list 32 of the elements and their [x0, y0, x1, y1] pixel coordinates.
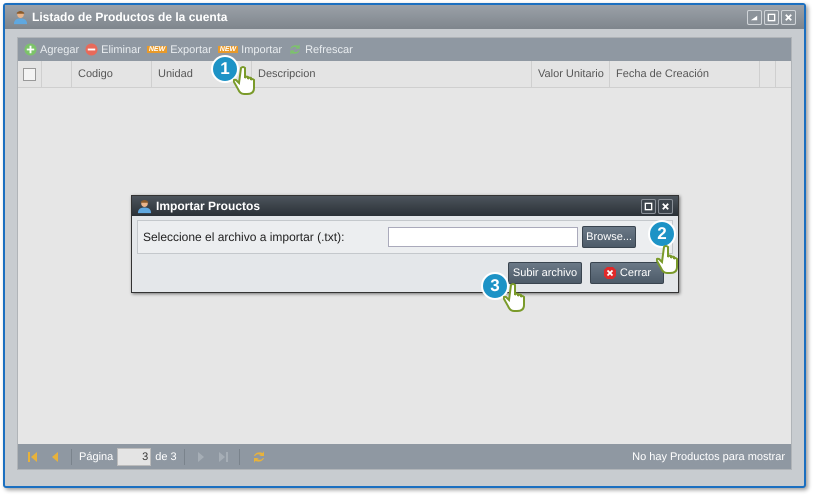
- column-header[interactable]: Descripcion: [258, 68, 316, 80]
- close-icon: [661, 202, 670, 210]
- page-field[interactable]: 3: [117, 448, 152, 466]
- window-title: Listado de Productos de la cuenta: [32, 10, 228, 24]
- page-count: de 3: [155, 450, 177, 462]
- minus-icon: [85, 43, 98, 56]
- page-label: Página: [79, 450, 114, 462]
- upload-button[interactable]: Subir archivo: [508, 262, 582, 284]
- field-label: Seleccione el archivo a importar (.txt):: [143, 230, 344, 244]
- status-text: No hay Productos para mostrar: [632, 450, 785, 462]
- close-icon: [784, 12, 793, 22]
- user-icon: [13, 10, 28, 24]
- file-field[interactable]: [388, 227, 578, 247]
- maximize-icon: [644, 202, 653, 210]
- column-header[interactable]: Unidad: [158, 68, 193, 80]
- browse-button[interactable]: Browse...: [582, 226, 636, 248]
- close-button[interactable]: [658, 198, 673, 214]
- refresh-icon: [252, 450, 266, 464]
- column-header[interactable]: Fecha de Creación: [616, 68, 709, 80]
- dialog-title: Importar Prouctos: [156, 199, 260, 213]
- minimize-button[interactable]: [747, 10, 762, 24]
- plus-icon: [24, 43, 37, 56]
- maximize-button[interactable]: [641, 198, 656, 214]
- first-page-icon: [27, 450, 39, 462]
- column-header[interactable]: Valor Unitario: [538, 68, 604, 80]
- column-header[interactable]: Codigo: [78, 68, 113, 80]
- user-icon: [137, 198, 152, 214]
- close-button[interactable]: Cerrar: [590, 262, 664, 284]
- refresh-icon: [288, 43, 302, 56]
- close-icon: [602, 266, 617, 280]
- checkbox[interactable]: [23, 68, 36, 80]
- maximize-icon: [767, 12, 776, 22]
